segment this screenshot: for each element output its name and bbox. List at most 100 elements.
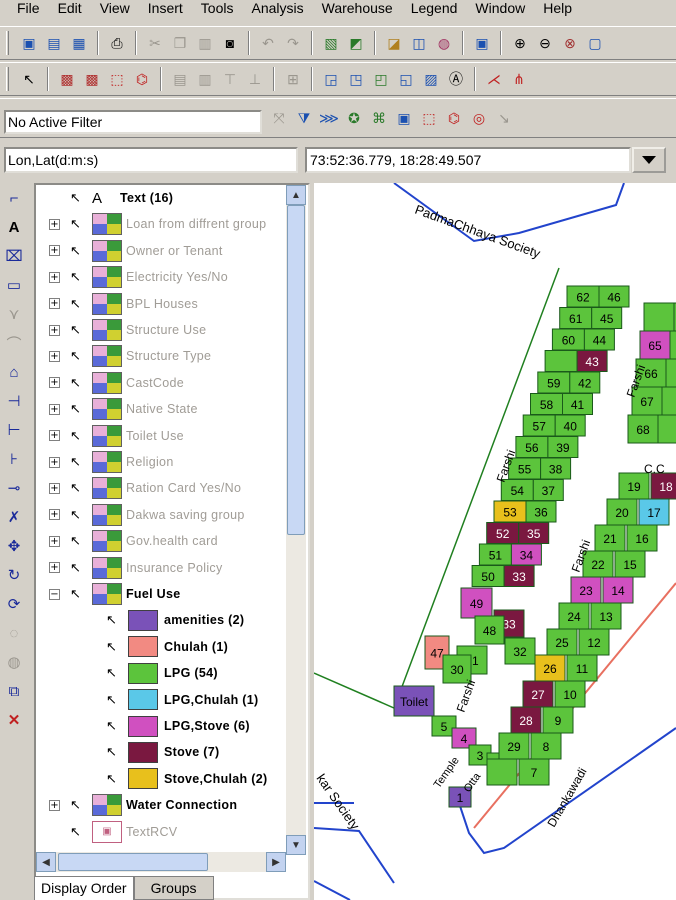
selectable-arrow-icon[interactable]: ↖ xyxy=(70,190,92,206)
expand-icon[interactable]: + xyxy=(49,245,60,257)
layer-row[interactable]: + ↖ Owner or Tenant xyxy=(36,238,286,264)
legend-item[interactable]: ↖ LPG,Chulah (1) xyxy=(36,687,286,713)
copy-map-icon[interactable]: ◙ xyxy=(219,32,241,54)
expand-icon[interactable]: + xyxy=(49,562,60,574)
scroll-down-button[interactable]: ▼ xyxy=(286,835,306,855)
layer-row[interactable]: + ↖ Religion xyxy=(36,449,286,475)
circle-select-icon[interactable]: ◎ xyxy=(468,107,490,129)
split-tool-icon[interactable]: ⊦ xyxy=(0,447,28,471)
redistricter-icon[interactable]: ◫ xyxy=(408,32,430,54)
node-icon[interactable]: ⋔ xyxy=(508,68,530,90)
polygon-select-icon[interactable]: ▩ xyxy=(81,68,103,90)
boundary-select-icon[interactable]: ⌬ xyxy=(131,68,153,90)
add-node-icon[interactable]: ⊢ xyxy=(0,418,28,442)
ruler-tool-icon[interactable]: ⊥ xyxy=(244,68,266,90)
layer-row[interactable]: + ↖ Electricity Yes/No xyxy=(36,264,286,290)
layer-row[interactable]: + ↖ Toilet Use xyxy=(36,423,286,449)
radius-select-icon[interactable]: ▩ xyxy=(56,68,78,90)
frame-tool-icon[interactable]: ▭ xyxy=(0,273,28,297)
undo-icon[interactable]: ↶ xyxy=(257,32,279,54)
rotate-copy-icon[interactable]: ⟳ xyxy=(0,592,28,616)
combine-tool-icon[interactable]: ⧉ xyxy=(0,679,28,703)
layout-icon[interactable]: ▨ xyxy=(420,68,442,90)
legend-window-icon[interactable]: ▣ xyxy=(471,32,493,54)
selectable-arrow-icon[interactable]: ↖ xyxy=(70,454,92,470)
legend-item[interactable]: ↖ Stove (7) xyxy=(36,739,286,765)
selectable-arrow-icon[interactable]: ↖ xyxy=(70,824,92,840)
overlay-icon[interactable]: ⌘ xyxy=(368,107,390,129)
arc-tool-icon[interactable]: ⌒ xyxy=(0,331,28,355)
selectable-arrow-icon[interactable]: ↖ xyxy=(70,586,92,602)
grabber-icon[interactable]: ▢ xyxy=(584,32,606,54)
selectable-arrow-icon[interactable]: ↖ xyxy=(70,533,92,549)
menu-help[interactable]: Help xyxy=(534,0,581,18)
rotate-tool-icon[interactable]: ↻ xyxy=(0,563,28,587)
layer-row[interactable]: + ↖ Native State xyxy=(36,396,286,422)
expand-icon[interactable]: + xyxy=(49,535,60,547)
expand-icon[interactable]: + xyxy=(49,271,60,283)
layer-row[interactable]: + ↖ Dakwa saving group xyxy=(36,502,286,528)
expand-icon[interactable]: + xyxy=(49,456,60,468)
layer-row[interactable]: + ↖ Loan from diffrent group xyxy=(36,211,286,237)
expand-icon[interactable]: + xyxy=(49,799,60,811)
expand-icon[interactable]: + xyxy=(49,430,60,442)
text-tool-icon[interactable]: Ⓐ xyxy=(445,68,467,90)
delete-icon[interactable]: ✕ xyxy=(0,708,28,732)
coordinate-format-select[interactable]: Lon,Lat(d:m:s) xyxy=(4,147,298,173)
legend-item[interactable]: ↖ LPG (54) xyxy=(36,660,286,686)
layer-row-text[interactable]: ↖ A Text (16) xyxy=(36,185,286,211)
tab-display-order[interactable]: Display Order xyxy=(34,876,134,900)
layer-control-icon[interactable]: ◪ xyxy=(383,32,405,54)
toolbar-grip[interactable] xyxy=(6,31,9,55)
legend-item[interactable]: ↖ Chulah (1) xyxy=(36,634,286,660)
layer-row[interactable]: + ↖ Ration Card Yes/No xyxy=(36,475,286,501)
menu-analysis[interactable]: Analysis xyxy=(242,0,312,18)
selectable-arrow-icon[interactable]: ↖ xyxy=(70,296,92,312)
map-window[interactable]: 62 46 61 45 60 44 43 59 42 58 41 57 40 56 39 55 38 54 37 53… xyxy=(314,183,676,900)
redo-icon[interactable]: ↷ xyxy=(282,32,304,54)
selectable-arrow-icon[interactable]: ↖ xyxy=(70,560,92,576)
statistics-icon[interactable]: ◱ xyxy=(395,68,417,90)
menu-file[interactable]: File xyxy=(4,0,49,18)
reshape-tool-icon[interactable]: ⊣ xyxy=(0,389,28,413)
scrollbar-thumb[interactable] xyxy=(287,205,305,535)
cut-icon[interactable]: ✂ xyxy=(144,32,166,54)
expand-icon[interactable]: + xyxy=(49,509,60,521)
change-view-icon[interactable]: ⊗ xyxy=(559,32,581,54)
menu-insert[interactable]: Insert xyxy=(139,0,192,18)
layer-row[interactable]: − ↖ Fuel Use xyxy=(36,581,286,607)
selectable-arrow-icon[interactable]: ↖ xyxy=(70,375,92,391)
map-canvas[interactable]: 62 4661 4560 444359 4258 4157 4056 3955 3854 3753… xyxy=(314,183,676,900)
tool-manager-icon[interactable]: ◍ xyxy=(433,32,455,54)
coordinate-dropdown-button[interactable] xyxy=(632,147,666,173)
expand-icon[interactable]: + xyxy=(49,377,60,389)
expand-icon[interactable]: + xyxy=(49,218,60,230)
menu-view[interactable]: View xyxy=(91,0,139,18)
expand-icon[interactable]: + xyxy=(49,403,60,415)
scroll-up-button[interactable]: ▲ xyxy=(286,185,306,205)
save-table-icon[interactable]: ▦ xyxy=(68,32,90,54)
selectable-arrow-icon[interactable]: ↖ xyxy=(70,401,92,417)
lasso-icon[interactable]: ⌬ xyxy=(443,107,465,129)
label-tool-icon[interactable]: ◲ xyxy=(320,68,342,90)
layer-list-hscrollbar[interactable]: ◀ ▶ xyxy=(36,852,286,872)
selectable-arrow-icon[interactable]: ↖ xyxy=(106,692,128,708)
selectable-arrow-icon[interactable]: ↖ xyxy=(70,243,92,259)
line-tool-icon[interactable]: ⌐ xyxy=(0,186,28,210)
delete-node-icon[interactable]: ✗ xyxy=(0,505,28,529)
print-icon[interactable]: ⎙ xyxy=(106,32,128,54)
selectable-arrow-icon[interactable]: ↖ xyxy=(70,428,92,444)
table-view-icon[interactable]: ▤ xyxy=(169,68,191,90)
selectable-arrow-icon[interactable]: ↖ xyxy=(106,612,128,628)
expand-icon[interactable]: + xyxy=(49,350,60,362)
drag-window-icon[interactable]: ◳ xyxy=(345,68,367,90)
layer-row[interactable]: + ↖ Structure Type xyxy=(36,343,286,369)
query-icon[interactable]: ⋙ xyxy=(318,107,340,129)
new-browser-icon[interactable]: ▧ xyxy=(320,32,342,54)
toolbar-grip[interactable] xyxy=(6,67,9,91)
rect-select-icon[interactable]: ⬚ xyxy=(418,107,440,129)
selectable-arrow-icon[interactable]: ↖ xyxy=(70,348,92,364)
selectable-arrow-icon[interactable]: ↖ xyxy=(70,797,92,813)
selectable-arrow-icon[interactable]: ↖ xyxy=(106,665,128,681)
paste-icon[interactable]: ▥ xyxy=(194,32,216,54)
